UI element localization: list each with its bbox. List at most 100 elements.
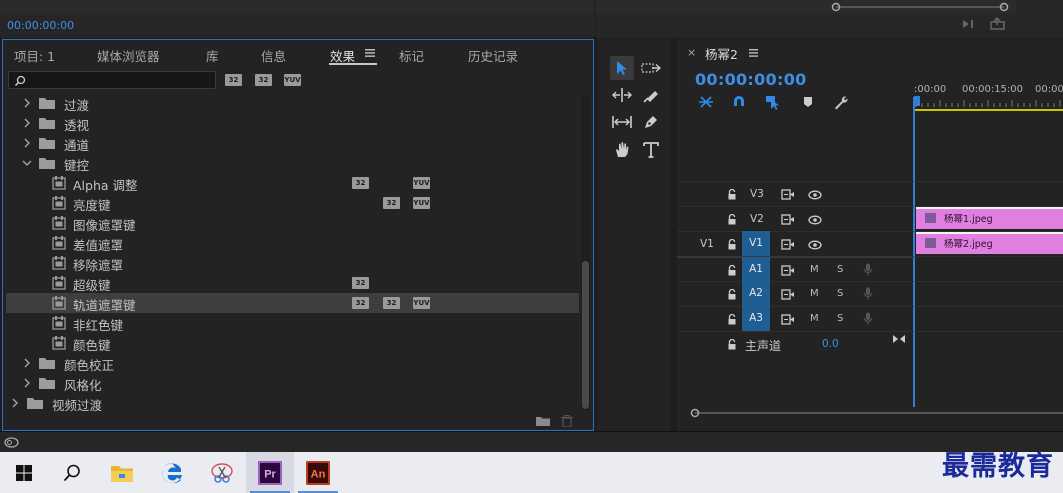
source-patch[interactable]: V1 xyxy=(700,238,714,250)
chevron-right-icon[interactable] xyxy=(22,97,32,109)
tab-media-browser[interactable]: 媒体浏览器 xyxy=(97,46,160,65)
toggle-output-eye-icon[interactable] xyxy=(808,215,822,225)
lock-icon[interactable] xyxy=(727,189,737,200)
tree-effect[interactable]: 非红色键 xyxy=(6,313,579,333)
chevron-right-icon[interactable] xyxy=(22,137,32,149)
timeline-timecode[interactable]: 00:00:00:00 xyxy=(695,70,807,89)
type-tool[interactable] xyxy=(639,137,663,161)
tree-folder[interactable]: 风格化 xyxy=(6,373,579,393)
effects-search-input[interactable] xyxy=(8,71,216,89)
new-bin-icon[interactable] xyxy=(536,415,550,426)
mute-button[interactable]: M xyxy=(810,264,819,275)
sync-lock-icon[interactable] xyxy=(781,239,795,250)
effects-tree-scrollbar[interactable] xyxy=(581,96,590,411)
close-sequence-icon[interactable]: × xyxy=(687,46,696,59)
timeline-zoom-scrollbar[interactable] xyxy=(689,408,1063,418)
tree-effect[interactable]: 亮度键 32 YUV xyxy=(6,193,579,213)
microphone-icon[interactable] xyxy=(863,312,873,325)
lock-icon[interactable] xyxy=(727,289,737,300)
lock-icon[interactable] xyxy=(727,314,737,325)
wrench-icon[interactable] xyxy=(833,95,849,110)
insert-icon[interactable] xyxy=(962,18,978,30)
timeline-clip[interactable]: 杨幂2.jpeg xyxy=(916,232,1063,254)
sequence-tab[interactable]: 杨幂2 xyxy=(705,44,738,63)
chevron-right-icon[interactable] xyxy=(22,357,32,369)
tab-history[interactable]: 历史记录 xyxy=(468,46,518,65)
track-select-tool[interactable] xyxy=(639,56,663,80)
file-explorer-button[interactable] xyxy=(98,452,146,493)
mute-button[interactable]: M xyxy=(810,288,819,299)
track-lane[interactable] xyxy=(916,181,1063,206)
export-frame-icon[interactable] xyxy=(990,17,1006,30)
solo-button[interactable]: S xyxy=(837,264,843,275)
master-volume-value[interactable]: 0.0 xyxy=(822,338,839,350)
track-target-a1[interactable]: A1 xyxy=(742,257,770,282)
sync-lock-icon[interactable] xyxy=(781,314,795,325)
solo-button[interactable]: S xyxy=(837,288,843,299)
tree-folder[interactable]: 键控 xyxy=(6,153,579,173)
snipping-tool-button[interactable] xyxy=(198,452,246,493)
tree-folder[interactable]: 透视 xyxy=(6,113,579,133)
timeline-clip[interactable]: 杨幂1.jpeg xyxy=(916,207,1063,229)
track-lane[interactable] xyxy=(916,331,1063,356)
chevron-down-icon[interactable] xyxy=(22,157,32,169)
slip-tool[interactable] xyxy=(610,110,634,134)
tree-effect[interactable]: 图像遮罩键 xyxy=(6,213,579,233)
program-timecode[interactable]: 00:00:00:00 xyxy=(7,19,74,32)
razor-tool[interactable] xyxy=(639,83,663,107)
lock-icon[interactable] xyxy=(727,339,737,350)
tree-folder[interactable]: 过渡 xyxy=(6,93,579,113)
sync-lock-icon[interactable] xyxy=(781,214,795,225)
track-target-v1[interactable]: V1 xyxy=(742,231,770,256)
sync-lock-icon[interactable] xyxy=(781,265,795,276)
microphone-icon[interactable] xyxy=(863,287,873,300)
add-marker-icon[interactable] xyxy=(803,96,813,108)
sync-lock-icon[interactable] xyxy=(781,289,795,300)
selection-tool[interactable] xyxy=(610,56,634,80)
mute-button[interactable]: M xyxy=(810,313,819,324)
track-lane[interactable] xyxy=(916,306,1063,331)
tree-folder[interactable]: 颜色校正 xyxy=(6,353,579,373)
tree-effect[interactable]: 颜色键 xyxy=(6,333,579,353)
nest-icon[interactable] xyxy=(698,95,714,109)
chevron-right-icon[interactable] xyxy=(10,397,20,409)
yuv-effects-filter[interactable]: YUV xyxy=(284,74,301,86)
animate-button[interactable]: An xyxy=(294,452,342,493)
tree-effect[interactable]: 超级键 32 xyxy=(6,273,579,293)
track-target-v2[interactable]: V2 xyxy=(750,213,764,225)
taskbar-search-button[interactable] xyxy=(48,452,96,493)
sequence-menu-icon[interactable] xyxy=(749,49,758,57)
lock-icon[interactable] xyxy=(727,265,737,276)
tab-project[interactable]: 项目: 1 xyxy=(14,46,55,65)
chevron-right-icon[interactable] xyxy=(22,377,32,389)
start-button[interactable] xyxy=(0,452,48,493)
tree-effect[interactable]: 轨道遮罩键 32 32 YUV xyxy=(6,293,579,313)
pen-tool[interactable] xyxy=(639,110,663,134)
toggle-output-eye-icon[interactable] xyxy=(808,190,822,200)
trash-icon[interactable] xyxy=(561,415,573,427)
work-area-bar[interactable] xyxy=(914,109,1063,111)
panel-menu-icon[interactable] xyxy=(365,49,375,57)
track-lane[interactable] xyxy=(916,281,1063,306)
go-to-edit-icon[interactable] xyxy=(893,334,905,344)
playhead-handle[interactable] xyxy=(914,96,920,106)
premiere-pro-button[interactable]: Pr xyxy=(246,452,294,493)
tab-markers[interactable]: 标记 xyxy=(399,46,424,65)
sync-lock-icon[interactable] xyxy=(781,189,795,200)
tree-effect[interactable]: 移除遮罩 xyxy=(6,253,579,273)
accelerated-effects-filter[interactable]: 32 xyxy=(225,74,242,86)
linked-selection-icon[interactable] xyxy=(765,95,781,110)
track-target-a3[interactable]: A3 xyxy=(742,306,770,331)
microphone-icon[interactable] xyxy=(863,263,873,276)
track-target-a2[interactable]: A2 xyxy=(742,281,770,306)
tree-effect[interactable]: Alpha 调整 32 YUV xyxy=(6,173,579,193)
hand-tool[interactable] xyxy=(610,137,634,161)
ripple-edit-tool[interactable] xyxy=(610,83,634,107)
tab-info[interactable]: 信息 xyxy=(261,46,286,65)
32bit-effects-filter[interactable]: 32 xyxy=(255,74,272,86)
snap-magnet-icon[interactable] xyxy=(732,95,746,109)
lock-icon[interactable] xyxy=(727,239,737,250)
track-target-v3[interactable]: V3 xyxy=(750,188,764,200)
edge-button[interactable] xyxy=(148,452,196,493)
tab-libraries[interactable]: 库 xyxy=(206,46,219,65)
